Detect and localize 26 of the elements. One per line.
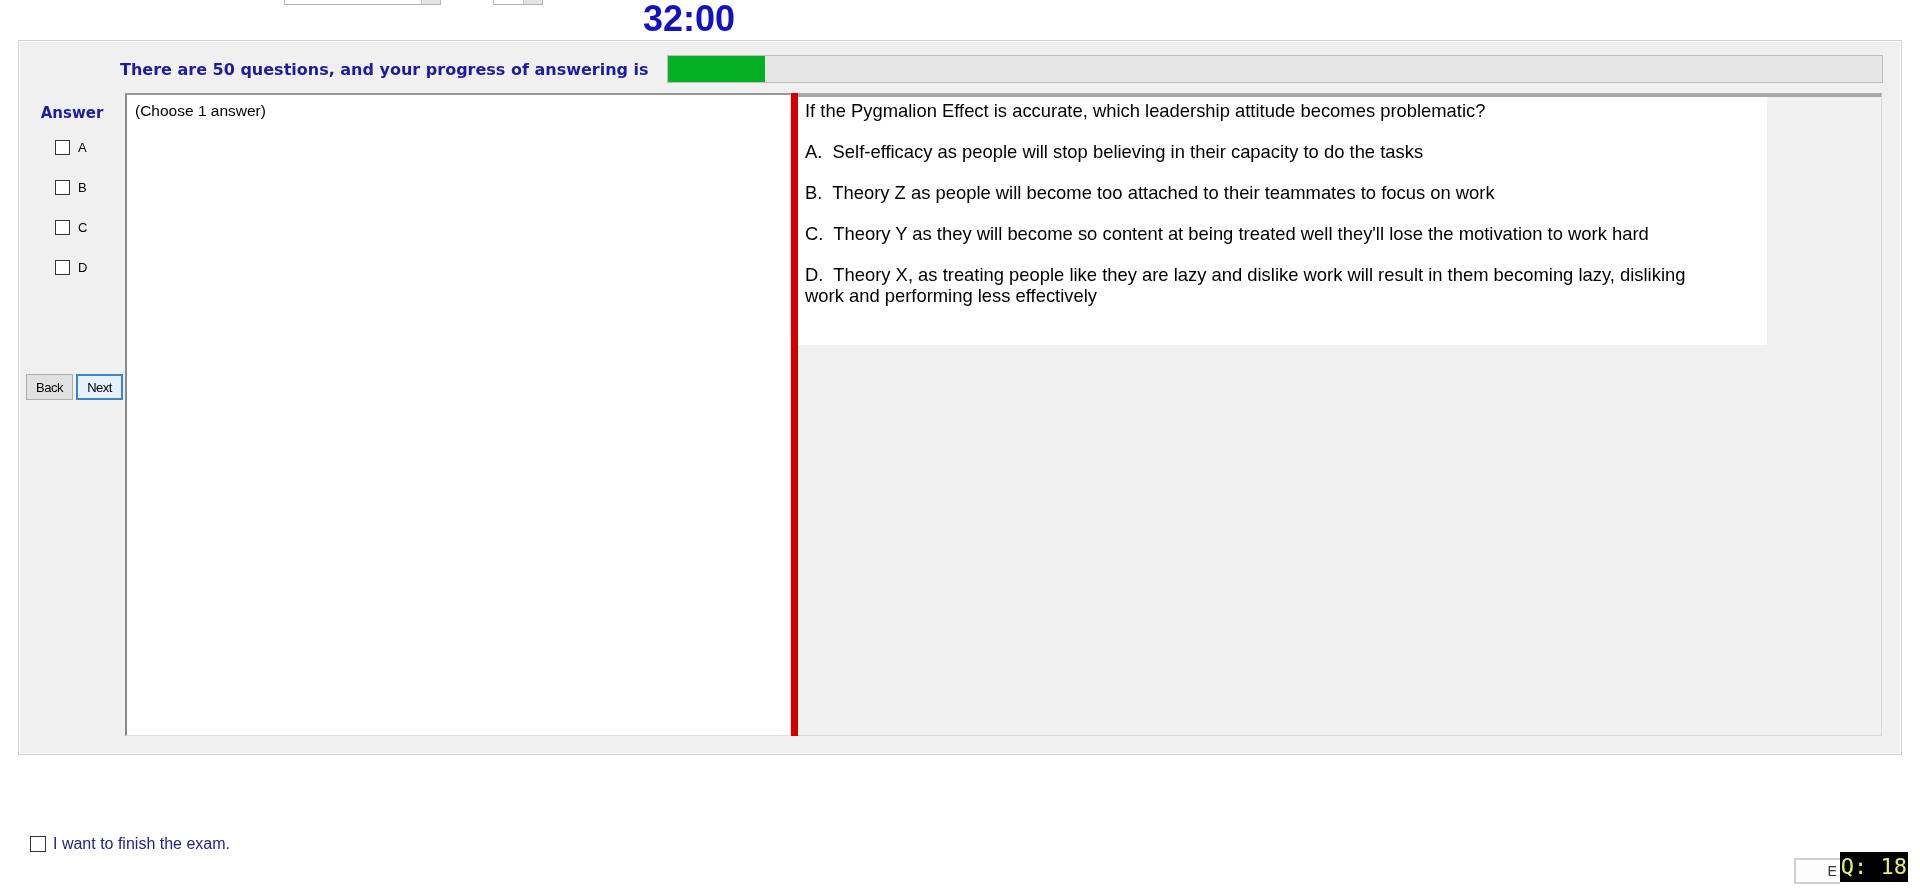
answer-checkbox[interactable] (55, 180, 70, 195)
progress-label: There are 50 questions, and your progress of answering is (120, 59, 649, 79)
question-text: If the Pygmalion Effect is accurate, which leadership attitude becomes problematic? (805, 100, 1486, 121)
finish-label: I want to finish the exam. (53, 835, 230, 853)
checkbox-label: A (78, 140, 87, 155)
input-field[interactable] (493, 0, 543, 5)
checkbox-label: D (78, 260, 88, 275)
finish-checkbox[interactable] (30, 836, 46, 852)
checkbox-label: B (78, 180, 87, 195)
option-text: B. Theory Z as people will become too attached to their teammates to focus on work (805, 182, 1495, 203)
question-number-badge: Q: 18 (1839, 852, 1908, 882)
checkbox-label: C (78, 220, 88, 235)
exit-button[interactable]: E (1793, 858, 1840, 884)
splitter-handle[interactable] (791, 93, 798, 736)
answer-heading: Answer (40, 103, 104, 123)
timer-text: 32:00 (643, 0, 736, 38)
answer-checkbox[interactable] (55, 260, 70, 275)
next-button[interactable]: Next (76, 374, 123, 400)
answer-checkbox[interactable] (55, 220, 70, 235)
answer-hint: (Choose 1 answer) (135, 102, 266, 119)
option-text: C. Theory Y as they will become so content at being treated well they'll lose the motivation to work hard (805, 223, 1649, 244)
answer-checkbox[interactable] (55, 140, 70, 155)
back-button[interactable]: Back (26, 374, 73, 400)
dropdown-field[interactable] (284, 0, 441, 5)
option-text: A. Self-efficacy as people will stop believing in their capacity to do the tasks (805, 141, 1424, 162)
option-text: D. Theory X, as treating people like they are lazy and dislike work will result in them becoming lazy, disliking work and performing less effectively (805, 264, 1687, 306)
